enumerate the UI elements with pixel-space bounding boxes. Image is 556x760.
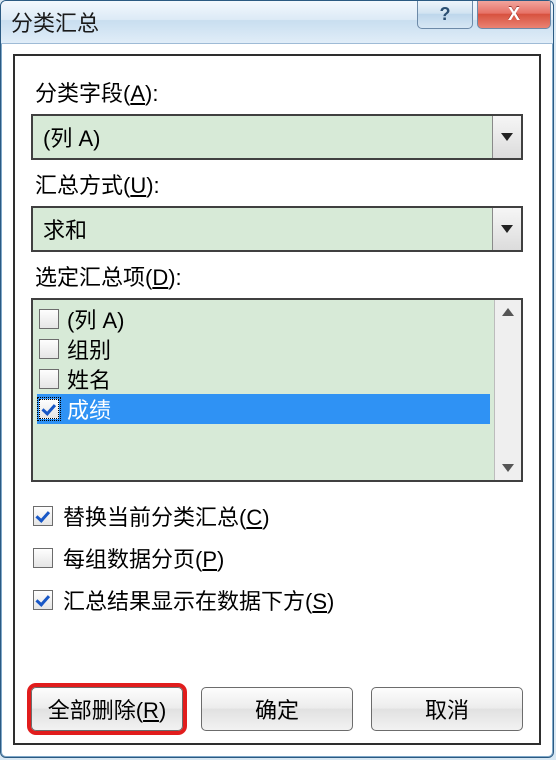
client-area: 分类字段(A): (列 A) 汇总方式(U): 求和 选定汇总项(D): xyxy=(1,44,553,757)
chevron-down-icon xyxy=(501,133,513,141)
list-item[interactable]: 成绩 xyxy=(37,394,490,424)
subtotal-items-label: 选定汇总项(D): xyxy=(35,260,523,292)
help-icon: ? xyxy=(440,4,451,25)
chevron-down-icon xyxy=(501,225,513,233)
option-replace[interactable]: 替换当前分类汇总(C) xyxy=(33,500,523,532)
help-button[interactable]: ? xyxy=(417,0,473,29)
dialog-title: 分类汇总 xyxy=(11,6,99,38)
function-label: 汇总方式(U): xyxy=(35,168,523,200)
list-item-checkbox[interactable] xyxy=(39,339,59,359)
list-item-label: 成绩 xyxy=(67,393,111,425)
option-replace-label: 替换当前分类汇总(C) xyxy=(63,500,270,532)
close-icon: X xyxy=(508,4,520,25)
subtotal-dialog: 分类汇总 ? X 分类字段(A): (列 A) 汇总方 xyxy=(0,0,554,758)
option-pagebreak[interactable]: 每组数据分页(P) xyxy=(33,542,523,574)
list-item-checkbox[interactable] xyxy=(39,369,59,389)
function-dropdown-button[interactable] xyxy=(492,208,521,250)
scroll-up-button[interactable] xyxy=(495,300,521,324)
button-row: 全部删除(R) 确定 取消 xyxy=(31,687,523,731)
option-below-label: 汇总结果显示在数据下方(S) xyxy=(63,584,334,616)
titlebar[interactable]: 分类汇总 ? X xyxy=(1,1,553,44)
list-item[interactable]: 姓名 xyxy=(37,364,490,394)
list-item-label: 姓名 xyxy=(67,363,111,395)
list-item[interactable]: 组别 xyxy=(37,334,490,364)
group-by-value: (列 A) xyxy=(33,121,492,153)
scroll-down-button[interactable] xyxy=(495,456,521,480)
chevron-up-icon xyxy=(502,308,514,316)
function-value: 求和 xyxy=(33,213,492,245)
listbox-scrollbar[interactable] xyxy=(494,300,521,480)
ok-button[interactable]: 确定 xyxy=(201,687,353,731)
list-item-label: 组别 xyxy=(67,333,111,365)
cancel-button[interactable]: 取消 xyxy=(371,687,523,731)
remove-all-button[interactable]: 全部删除(R) xyxy=(31,687,183,731)
option-below[interactable]: 汇总结果显示在数据下方(S) xyxy=(33,584,523,616)
option-pagebreak-checkbox[interactable] xyxy=(33,548,53,568)
function-combo[interactable]: 求和 xyxy=(31,206,523,252)
group-by-dropdown-button[interactable] xyxy=(492,116,521,158)
panel: 分类字段(A): (列 A) 汇总方式(U): 求和 选定汇总项(D): xyxy=(13,54,541,745)
chevron-down-icon xyxy=(502,464,514,472)
option-pagebreak-label: 每组数据分页(P) xyxy=(63,542,224,574)
group-by-label: 分类字段(A): xyxy=(35,76,523,108)
listbox-inner: (列 A)组别姓名成绩 xyxy=(33,300,494,480)
option-replace-checkbox[interactable] xyxy=(33,506,53,526)
title-buttons: ? X xyxy=(413,0,551,29)
list-item-checkbox[interactable] xyxy=(39,309,59,329)
subtotal-items-listbox[interactable]: (列 A)组别姓名成绩 xyxy=(31,298,523,482)
close-button[interactable]: X xyxy=(477,0,551,29)
group-by-combo[interactable]: (列 A) xyxy=(31,114,523,160)
list-item-checkbox[interactable] xyxy=(39,399,59,419)
list-item[interactable]: (列 A) xyxy=(37,304,490,334)
list-item-label: (列 A) xyxy=(67,303,124,335)
option-below-checkbox[interactable] xyxy=(33,590,53,610)
